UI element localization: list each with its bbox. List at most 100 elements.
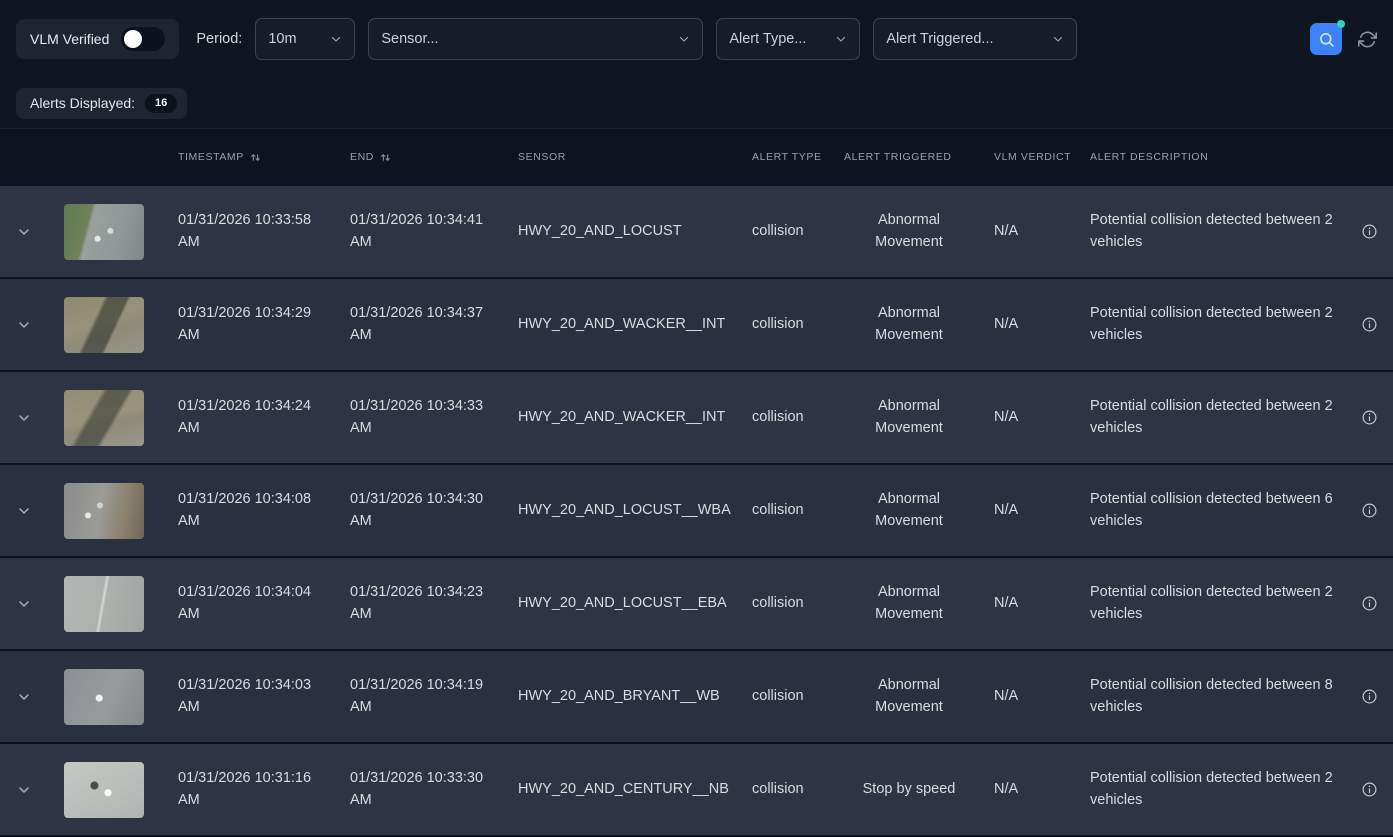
info-icon bbox=[1361, 502, 1378, 519]
column-header-sensor: Sensor bbox=[518, 149, 752, 165]
vlm-verdict-cell: N/A bbox=[974, 593, 1074, 614]
alert-type-select[interactable]: Alert Type... bbox=[716, 18, 860, 60]
end-cell: 01/31/2026 10:34:23 AM bbox=[350, 582, 518, 624]
vlm-verdict-cell: N/A bbox=[974, 314, 1074, 335]
column-header-alert-description: Alert Description bbox=[1074, 149, 1345, 165]
sensor-select-value: Sensor... bbox=[381, 31, 438, 47]
vlm-verdict-cell: N/A bbox=[974, 779, 1074, 800]
camera-thumbnail[interactable] bbox=[64, 390, 144, 446]
table-row: 01/31/2026 10:34:08 AM 01/31/2026 10:34:… bbox=[0, 465, 1393, 558]
table-row: 01/31/2026 10:34:29 AM 01/31/2026 10:34:… bbox=[0, 279, 1393, 372]
chevron-down-icon bbox=[16, 596, 32, 612]
filter-bar: VLM Verified Period: 10m Sensor... Alert… bbox=[0, 0, 1393, 78]
thumbnail-cell bbox=[48, 390, 178, 446]
end-cell: 01/31/2026 10:34:30 AM bbox=[350, 489, 518, 531]
row-expand-button[interactable] bbox=[0, 596, 48, 612]
chevron-down-icon bbox=[16, 317, 32, 333]
vlm-verdict-cell: N/A bbox=[974, 221, 1074, 242]
row-info-button[interactable] bbox=[1345, 223, 1393, 240]
timestamp-cell: 01/31/2026 10:34:24 AM bbox=[178, 396, 350, 438]
thumbnail-cell bbox=[48, 297, 178, 353]
row-expand-button[interactable] bbox=[0, 410, 48, 426]
alert-description-cell: Potential collision detected between 8 v… bbox=[1074, 675, 1345, 717]
column-label: End bbox=[350, 149, 374, 165]
alert-triggered-select[interactable]: Alert Triggered... bbox=[873, 18, 1077, 60]
sensor-select[interactable]: Sensor... bbox=[368, 18, 703, 60]
row-expand-button[interactable] bbox=[0, 317, 48, 333]
summary-row: Alerts Displayed: 16 bbox=[16, 87, 1377, 119]
camera-thumbnail[interactable] bbox=[64, 204, 144, 260]
info-icon bbox=[1361, 781, 1378, 798]
table-row: 01/31/2026 10:31:16 AM 01/31/2026 10:33:… bbox=[0, 744, 1393, 837]
chevron-down-icon bbox=[1052, 33, 1064, 45]
alert-description-cell: Potential collision detected between 2 v… bbox=[1074, 303, 1345, 345]
alert-description-text: Potential collision detected between 2 v… bbox=[1090, 303, 1342, 345]
row-expand-button[interactable] bbox=[0, 689, 48, 705]
table-row: 01/31/2026 10:34:04 AM 01/31/2026 10:34:… bbox=[0, 558, 1393, 651]
alert-description-cell: Potential collision detected between 2 v… bbox=[1074, 396, 1345, 438]
row-expand-button[interactable] bbox=[0, 782, 48, 798]
column-header-alert-triggered: Alert Triggered bbox=[844, 149, 974, 165]
timestamp-cell: 01/31/2026 10:34:04 AM bbox=[178, 582, 350, 624]
alert-triggered-cell: Abnormal Movement bbox=[844, 582, 974, 624]
row-expand-button[interactable] bbox=[0, 224, 48, 240]
topbar-actions bbox=[1310, 23, 1377, 55]
alert-description-text: Potential collision detected between 2 v… bbox=[1090, 210, 1342, 252]
row-info-button[interactable] bbox=[1345, 316, 1393, 333]
alerts-displayed-label: Alerts Displayed: bbox=[30, 95, 135, 111]
row-info-button[interactable] bbox=[1345, 595, 1393, 612]
timestamp-cell: 01/31/2026 10:34:03 AM bbox=[178, 675, 350, 717]
chevron-down-icon bbox=[16, 782, 32, 798]
row-info-button[interactable] bbox=[1345, 409, 1393, 426]
alert-triggered-select-value: Alert Triggered... bbox=[886, 31, 993, 47]
end-cell: 01/31/2026 10:34:41 AM bbox=[350, 210, 518, 252]
chevron-down-icon bbox=[330, 33, 342, 45]
end-cell: 01/31/2026 10:34:37 AM bbox=[350, 303, 518, 345]
alert-description-text: Potential collision detected between 2 v… bbox=[1090, 582, 1342, 624]
camera-thumbnail[interactable] bbox=[64, 483, 144, 539]
table-row: 01/31/2026 10:33:58 AM 01/31/2026 10:34:… bbox=[0, 186, 1393, 279]
refresh-button[interactable] bbox=[1358, 30, 1377, 49]
search-button[interactable] bbox=[1310, 23, 1342, 55]
period-select[interactable]: 10m bbox=[255, 18, 355, 60]
timestamp-cell: 01/31/2026 10:34:08 AM bbox=[178, 489, 350, 531]
alert-type-cell: collision bbox=[752, 314, 844, 335]
info-icon bbox=[1361, 595, 1378, 612]
row-info-button[interactable] bbox=[1345, 502, 1393, 519]
camera-thumbnail[interactable] bbox=[64, 576, 144, 632]
sensor-cell: HWY_20_AND_WACKER__INT bbox=[518, 314, 752, 335]
alert-type-cell: collision bbox=[752, 593, 844, 614]
chevron-down-icon bbox=[16, 689, 32, 705]
alerts-displayed-pill: Alerts Displayed: 16 bbox=[16, 88, 187, 119]
alert-type-cell: collision bbox=[752, 500, 844, 521]
alert-triggered-cell: Stop by speed bbox=[844, 779, 974, 800]
sensor-cell: HWY_20_AND_WACKER__INT bbox=[518, 407, 752, 428]
camera-thumbnail[interactable] bbox=[64, 297, 144, 353]
chevron-down-icon bbox=[16, 410, 32, 426]
sensor-cell: HWY_20_AND_LOCUST__EBA bbox=[518, 593, 752, 614]
alert-description-cell: Potential collision detected between 2 v… bbox=[1074, 768, 1345, 810]
alert-type-cell: collision bbox=[752, 221, 844, 242]
row-info-button[interactable] bbox=[1345, 781, 1393, 798]
timestamp-cell: 01/31/2026 10:34:29 AM bbox=[178, 303, 350, 345]
thumbnail-cell bbox=[48, 762, 178, 818]
alert-type-cell: collision bbox=[752, 779, 844, 800]
camera-thumbnail[interactable] bbox=[64, 669, 144, 725]
period-select-value: 10m bbox=[268, 31, 296, 47]
column-header-end[interactable]: End bbox=[350, 149, 518, 165]
sort-icon[interactable] bbox=[379, 151, 392, 164]
chevron-down-icon bbox=[678, 33, 690, 45]
alert-triggered-cell: Abnormal Movement bbox=[844, 489, 974, 531]
sort-icon[interactable] bbox=[249, 151, 262, 164]
column-header-timestamp[interactable]: Timestamp bbox=[178, 149, 350, 165]
camera-thumbnail[interactable] bbox=[64, 762, 144, 818]
vlm-verified-toggle[interactable] bbox=[121, 27, 165, 51]
table-row: 01/31/2026 10:34:03 AM 01/31/2026 10:34:… bbox=[0, 651, 1393, 744]
row-info-button[interactable] bbox=[1345, 688, 1393, 705]
alert-triggered-cell: Abnormal Movement bbox=[844, 210, 974, 252]
alert-description-text: Potential collision detected between 2 v… bbox=[1090, 768, 1342, 810]
alert-triggered-cell: Abnormal Movement bbox=[844, 675, 974, 717]
table-body: 01/31/2026 10:33:58 AM 01/31/2026 10:34:… bbox=[0, 186, 1393, 837]
thumbnail-cell bbox=[48, 669, 178, 725]
row-expand-button[interactable] bbox=[0, 503, 48, 519]
